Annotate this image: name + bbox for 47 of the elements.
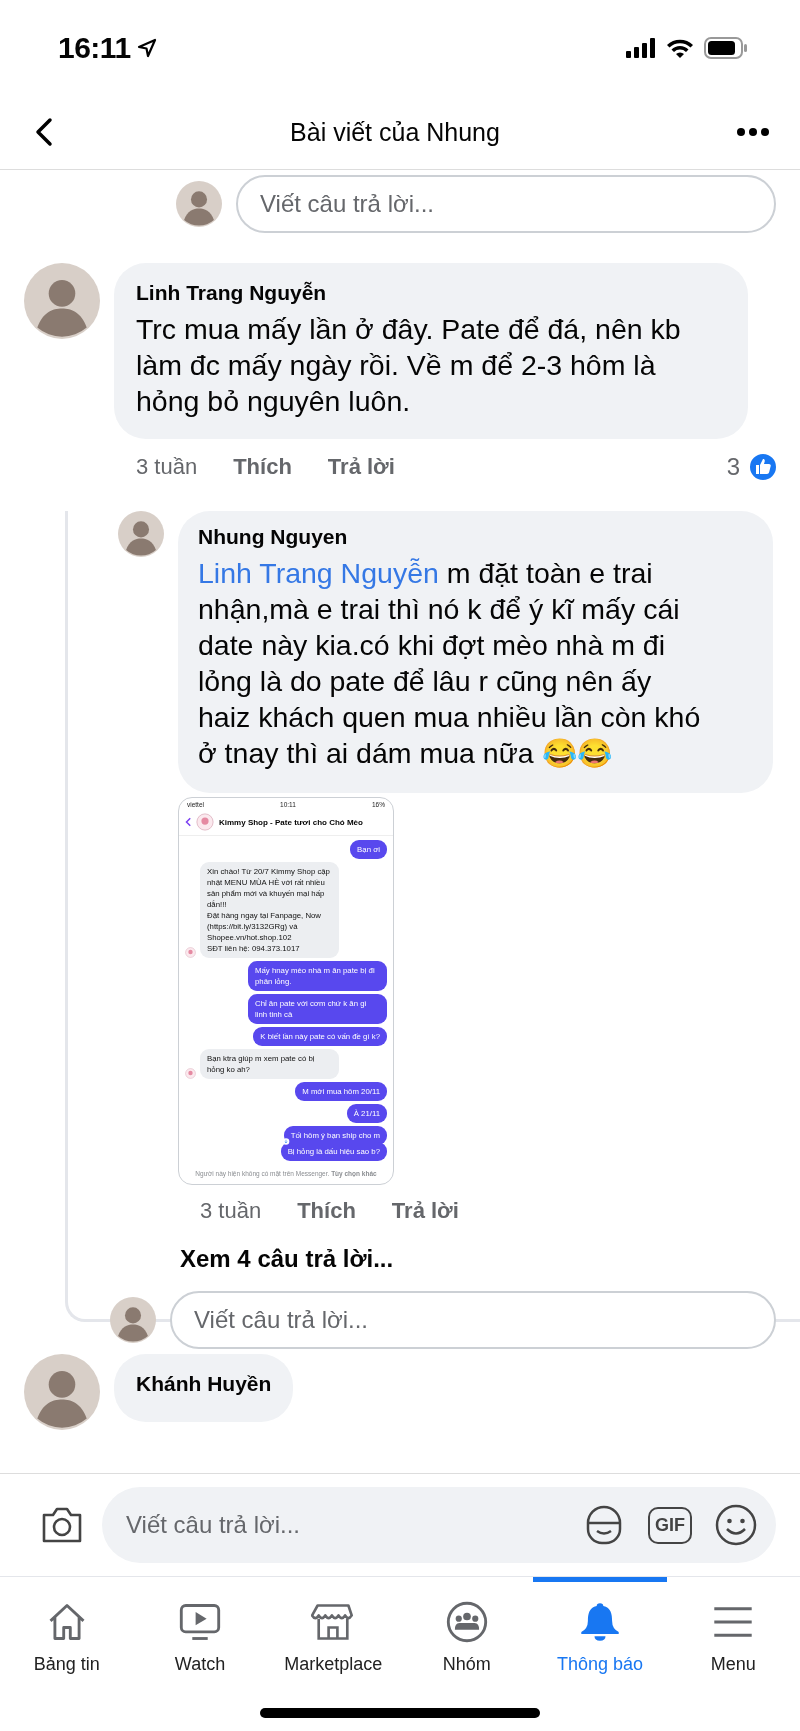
shop-avatar-icon <box>196 813 214 831</box>
comment-time: 3 tuần <box>200 1198 262 1224</box>
author-name[interactable]: Nhung Nguyen <box>198 525 753 549</box>
wifi-icon <box>666 37 694 58</box>
tab-button[interactable]: Thông báo <box>533 1577 667 1696</box>
reply-text: Linh Trang Nguyễn m đặt toàn e trai nhận,mà e trai thì nó k để ý kĩ mấy cái date này kia.có khi đợt mèo nhà m đi lỏng là do pate để lâu r cũng nên ấy haiz khách quen mua nhiều lần còn khó ở tnay thì ai dám mua nữa 😂😂 <box>198 556 702 771</box>
tab-button[interactable]: Bảng tin <box>0 1577 134 1696</box>
reply-link[interactable]: Trả lời <box>327 454 395 480</box>
emoji-icon[interactable] <box>714 1503 758 1547</box>
reaction-count: 3 <box>726 453 740 481</box>
back-icon[interactable] <box>34 117 54 147</box>
like-link[interactable]: Thích <box>233 454 292 480</box>
clock-time: 16:11 <box>58 30 131 65</box>
location-arrow-icon <box>136 37 157 58</box>
avatar-icon <box>176 181 222 227</box>
more-icon[interactable] <box>736 127 770 137</box>
author-name[interactable]: Khánh Huyền <box>136 1372 272 1396</box>
reply-field[interactable]: Viết câu trả lời... <box>170 1291 776 1349</box>
avatar-icon <box>24 1354 100 1430</box>
back-icon <box>185 817 191 827</box>
mention-link[interactable]: Linh Trang Nguyễn <box>198 557 439 589</box>
tab-button[interactable]: Nhóm <box>400 1577 534 1696</box>
more-replies-link[interactable]: Xem 4 câu trả lời... <box>180 1245 800 1273</box>
chat-title: Kimmy Shop - Pate tươi cho Chó Mèo <box>219 817 363 827</box>
tab-button[interactable]: Watch <box>133 1577 267 1696</box>
author-name[interactable]: Linh Trang Nguyễn <box>136 281 726 305</box>
groups-icon <box>444 1600 489 1644</box>
like-badge-icon <box>748 452 778 482</box>
tab-button[interactable]: Menu <box>666 1577 800 1696</box>
tab-button[interactable]: Marketplace <box>266 1577 400 1696</box>
shop-avatar-icon <box>185 947 196 958</box>
comment-time: 3 tuần <box>136 454 198 480</box>
avatar-icon <box>24 263 100 339</box>
avatar-icon <box>118 511 164 557</box>
signal-icon <box>626 37 656 58</box>
shop-avatar-icon <box>185 1068 196 1079</box>
camera-icon[interactable] <box>40 1506 84 1544</box>
like-link[interactable]: Thích <box>297 1198 356 1224</box>
battery-icon <box>704 36 748 59</box>
reply-field[interactable]: Viết câu trả lời... <box>236 175 776 233</box>
reply-link[interactable]: Trả lời <box>391 1198 459 1224</box>
comment-field[interactable]: Viết câu trả lời... GIF <box>102 1487 776 1563</box>
gif-button[interactable]: GIF <box>648 1506 692 1544</box>
comment-input[interactable]: Viết câu trả lời... <box>124 1510 560 1540</box>
page-title: Bài viết của Nhung <box>290 117 500 147</box>
comment-text: Trc mua mấy lần ở đây. Pate để đá, nên kb làm đc mấy ngày rồi. Về m để 2-3 hôm là hỏng bỏ nguyên luôn. <box>136 312 682 419</box>
avatar-icon <box>110 1297 156 1343</box>
